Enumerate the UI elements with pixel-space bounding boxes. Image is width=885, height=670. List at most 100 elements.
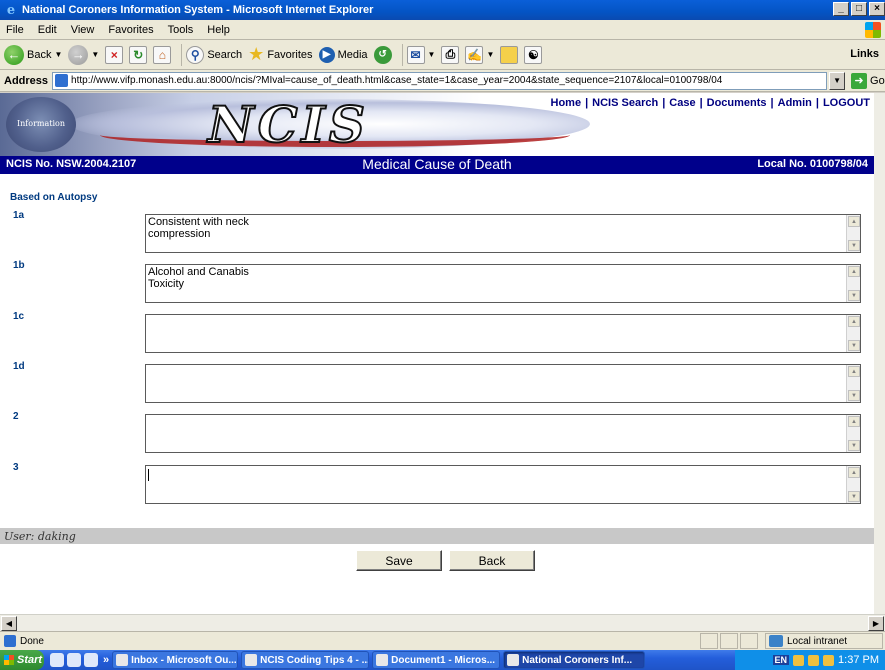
chevron-down-icon[interactable]: ▼ — [54, 50, 62, 59]
address-input[interactable]: http://www.vifp.monash.edu.au:8000/ncis/… — [52, 71, 828, 90]
menu-favorites[interactable]: Favorites — [108, 24, 153, 36]
security-zone: Local intranet — [765, 633, 883, 649]
minimize-button[interactable]: _ — [833, 2, 849, 16]
word-icon — [245, 654, 258, 666]
refresh-button[interactable]: ↻ — [129, 45, 148, 64]
task-label: NCIS Coding Tips 4 - ... — [260, 654, 370, 666]
scroll-up-icon[interactable]: ▲ — [848, 467, 860, 478]
quicklaunch-ie-icon[interactable] — [50, 653, 64, 667]
menu-view[interactable]: View — [71, 24, 95, 36]
tray-network-icon[interactable] — [808, 654, 820, 666]
menu-help[interactable]: Help — [207, 24, 230, 36]
textarea-scrollbar[interactable]: ▲ ▼ — [846, 415, 860, 452]
folder-button[interactable] — [500, 45, 519, 64]
menu-tools[interactable]: Tools — [168, 24, 194, 36]
start-button[interactable]: Start — [0, 650, 44, 670]
favorites-label: Favorites — [267, 48, 313, 61]
print-button[interactable]: ⎙ — [441, 45, 460, 64]
go-label: Go — [870, 74, 885, 87]
scroll-down-icon[interactable]: ▼ — [848, 240, 860, 251]
back-form-button[interactable]: Back — [449, 550, 535, 571]
edit-button[interactable]: ✍ ▼ — [465, 45, 494, 64]
menu-file[interactable]: File — [6, 24, 24, 36]
tray-antivirus-icon[interactable] — [823, 654, 835, 666]
media-button[interactable]: ▶ Media — [318, 46, 368, 63]
scroll-left-icon[interactable]: ◀ — [1, 616, 17, 631]
history-button[interactable]: ↺ — [373, 45, 392, 64]
nav-admin-link[interactable]: Admin — [778, 97, 812, 109]
scroll-up-icon[interactable]: ▲ — [848, 366, 860, 377]
status-text: Done — [20, 635, 44, 647]
scroll-down-icon[interactable]: ▼ — [848, 340, 860, 351]
scroll-up-icon[interactable]: ▲ — [848, 216, 860, 227]
quicklaunch-outlook-icon[interactable] — [67, 653, 81, 667]
scroll-down-icon[interactable]: ▼ — [848, 290, 860, 301]
save-button[interactable]: Save — [356, 550, 442, 571]
links-label[interactable]: Links — [850, 48, 879, 60]
page-horizontal-scrollbar[interactable]: ◀ ▶ — [0, 614, 885, 631]
scroll-up-icon[interactable]: ▲ — [848, 416, 860, 427]
task-ncis-browser[interactable]: National Coroners Inf... — [503, 651, 646, 669]
scroll-up-icon[interactable]: ▲ — [848, 316, 860, 327]
cause-1a-value: Consistent with neck compression — [148, 216, 249, 240]
clock[interactable]: 1:37 PM — [838, 654, 879, 666]
mail-button[interactable]: ✉ ▼ — [406, 45, 436, 64]
chevron-down-icon[interactable]: ▼ — [428, 50, 436, 59]
address-label: Address — [4, 74, 49, 87]
textarea-scrollbar[interactable]: ▲ ▼ — [846, 466, 860, 503]
scroll-down-icon[interactable]: ▼ — [848, 491, 860, 502]
scroll-up-icon[interactable]: ▲ — [848, 266, 860, 277]
task-coding-tips[interactable]: NCIS Coding Tips 4 - ... — [241, 651, 370, 669]
forward-button[interactable]: → ▼ — [68, 44, 99, 65]
nav-ncis-search-link[interactable]: NCIS Search — [592, 97, 658, 109]
textarea-scrollbar[interactable]: ▲ ▼ — [846, 215, 860, 252]
textarea-scrollbar[interactable]: ▲ ▼ — [846, 265, 860, 302]
status-cell — [720, 633, 738, 649]
cause-1b-label: 1b — [13, 260, 25, 271]
nav-documents-link[interactable]: Documents — [707, 97, 767, 109]
nav-home-link[interactable]: Home — [551, 97, 582, 109]
cause-1b-textarea[interactable]: Alcohol and Canabis Toxicity ▲ ▼ — [145, 264, 861, 303]
ncis-banner: Information NCIS Home | NCIS Search | Case | D… — [0, 93, 874, 156]
cause-1d-textarea[interactable]: ▲ ▼ — [145, 364, 861, 403]
tray-keyboard-icon[interactable] — [793, 654, 805, 666]
chevron-down-icon[interactable]: ▼ — [486, 50, 494, 59]
textarea-scrollbar[interactable]: ▲ ▼ — [846, 365, 860, 402]
stop-button[interactable]: × — [105, 45, 124, 64]
browser-toolbar: ← Back ▼ → ▼ × ↻ ⌂ ⚲ Search ★ Favorites … — [0, 40, 885, 70]
back-button[interactable]: ← Back ▼ — [4, 44, 62, 65]
scroll-right-icon[interactable]: ▶ — [868, 616, 884, 631]
media-icon: ▶ — [318, 46, 335, 63]
task-label: Document1 - Micros... — [391, 654, 496, 666]
close-button[interactable]: × — [869, 2, 885, 16]
quicklaunch-more-icon[interactable]: » — [103, 654, 109, 666]
quicklaunch-desktop-icon[interactable] — [84, 653, 98, 667]
home-button[interactable]: ⌂ — [153, 45, 172, 64]
nav-case-link[interactable]: Case — [669, 97, 695, 109]
print-icon: ⎙ — [441, 45, 460, 64]
task-inbox[interactable]: Inbox - Microsoft Ou... — [112, 651, 239, 669]
maximize-button[interactable]: □ — [851, 2, 867, 16]
address-dropdown-button[interactable]: ▼ — [829, 71, 846, 90]
menu-edit[interactable]: Edit — [38, 24, 57, 36]
nav-logout-link[interactable]: LOGOUT — [823, 97, 870, 109]
messenger-button[interactable]: ☯ — [524, 45, 543, 64]
cause-3-textarea[interactable]: ▲ ▼ — [145, 465, 861, 504]
go-button[interactable]: ➜ Go — [851, 72, 885, 89]
media-label: Media — [337, 48, 368, 61]
page-vertical-scrollbar[interactable] — [874, 93, 885, 614]
textarea-scrollbar[interactable]: ▲ ▼ — [846, 315, 860, 352]
task-document1[interactable]: Document1 - Micros... — [372, 651, 501, 669]
favorites-button[interactable]: ★ Favorites — [248, 44, 312, 65]
cause-1a-textarea[interactable]: Consistent with neck compression ▲ ▼ — [145, 214, 861, 253]
cause-1c-textarea[interactable]: ▲ ▼ — [145, 314, 861, 353]
language-indicator[interactable]: EN — [772, 655, 790, 665]
quick-launch: » — [50, 653, 109, 667]
scroll-down-icon[interactable]: ▼ — [848, 390, 860, 401]
cause-2-textarea[interactable]: ▲ ▼ — [145, 414, 861, 453]
home-icon: ⌂ — [153, 45, 172, 64]
status-cell — [740, 633, 758, 649]
scroll-down-icon[interactable]: ▼ — [848, 440, 860, 451]
search-button[interactable]: ⚲ Search — [186, 45, 242, 64]
chevron-down-icon[interactable]: ▼ — [91, 50, 99, 59]
